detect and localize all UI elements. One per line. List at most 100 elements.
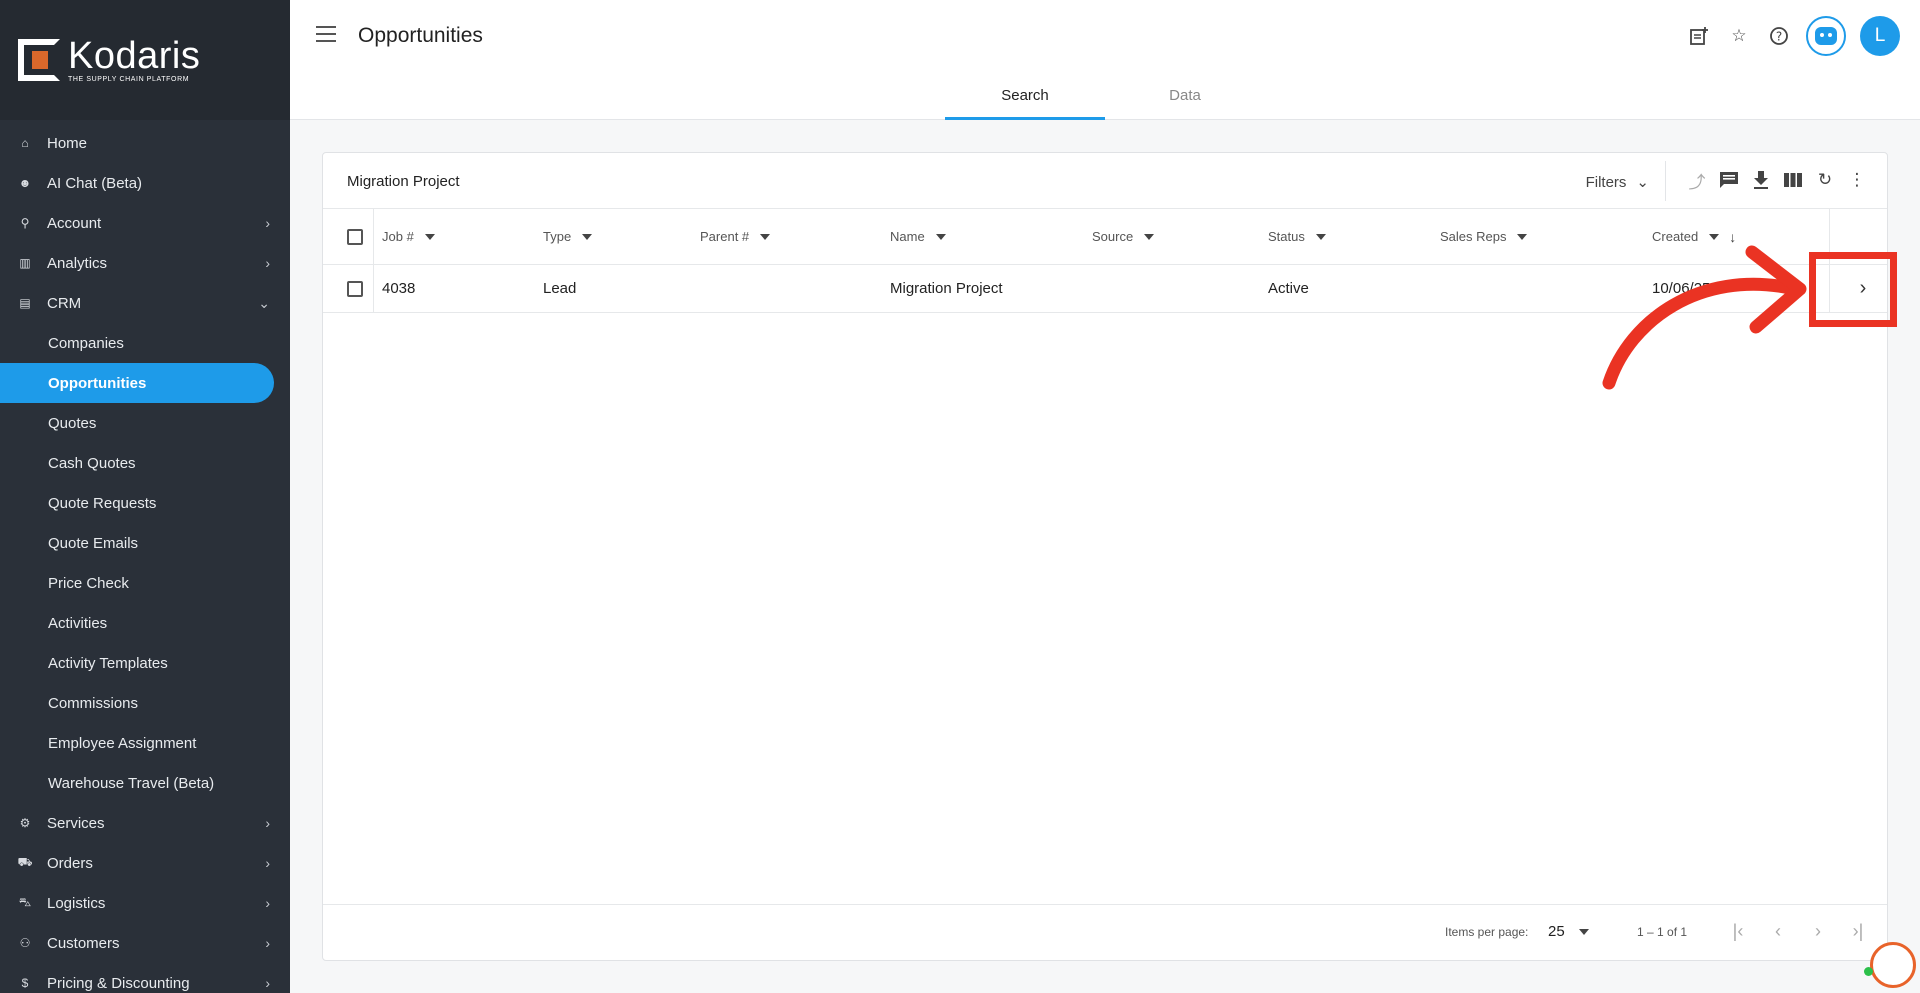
last-page-icon[interactable]: ›| — [1847, 919, 1869, 943]
column-name[interactable]: Name — [890, 209, 946, 264]
chevron-right-icon: › — [265, 255, 270, 271]
sidebar-item-label: Customers — [47, 934, 120, 952]
sidebar-item-crm[interactable]: ▤ CRM ⌄ — [0, 283, 290, 323]
sidebar-item-ai-chat[interactable]: ☻ AI Chat (Beta) — [0, 163, 290, 203]
sidebar-item-logistics[interactable]: ⛍ Logistics › — [0, 883, 290, 923]
sort-caret-icon — [760, 233, 771, 240]
table-header: Job # Type Parent # Name Source Status S… — [323, 209, 1887, 265]
sidebar-item-home[interactable]: ⌂ Home — [0, 123, 290, 163]
columns-icon[interactable] — [1783, 169, 1803, 191]
sort-caret-icon — [935, 233, 946, 240]
sidebar-item-orders[interactable]: ⛟ Orders › — [0, 843, 290, 883]
sidebar-item-analytics[interactable]: ▥ Analytics › — [0, 243, 290, 283]
column-created[interactable]: Created ↓ — [1652, 209, 1736, 264]
items-per-page-select[interactable]: 25 — [1548, 923, 1589, 940]
download-icon[interactable] — [1751, 169, 1771, 191]
sidebar-item-label: Employee Assignment — [48, 734, 197, 752]
sidebar-item-label: CRM — [47, 294, 82, 312]
menu-icon[interactable] — [316, 26, 336, 42]
chevron-down-icon: ⌄ — [258, 295, 270, 311]
truck-icon: ⛟ — [17, 855, 33, 869]
sidebar-nav: ⌂ Home ☻ AI Chat (Beta) ⚲ Account › ▥ An… — [0, 123, 290, 993]
items-per-page-value: 25 — [1548, 923, 1565, 940]
search-title: Migration Project — [347, 173, 460, 190]
sidebar-item-label: AI Chat (Beta) — [47, 174, 143, 192]
sort-caret-icon — [1144, 233, 1155, 240]
row-checkbox[interactable] — [347, 265, 363, 312]
tab-search[interactable]: Search — [945, 80, 1105, 120]
chart-icon: ▥ — [19, 256, 31, 270]
chat-widget-icon[interactable] — [1870, 942, 1916, 988]
sidebar: Kodaris THE SUPPLY CHAIN PLATFORM ⌂ Home… — [0, 0, 290, 993]
cell-status: Active — [1268, 280, 1309, 297]
avatar[interactable]: L — [1860, 16, 1900, 56]
filters-button[interactable]: Filters ⌄ — [1585, 173, 1649, 192]
star-icon[interactable]: ☆ — [1726, 23, 1752, 49]
chevron-right-icon: › — [265, 975, 270, 991]
people-icon: ⚇ — [19, 936, 31, 950]
highlight-box — [1809, 252, 1897, 327]
sidebar-item-label: Orders — [47, 854, 93, 872]
sidebar-item-label: Quote Requests — [48, 494, 157, 512]
robot-icon — [1815, 27, 1837, 45]
dollar-icon: $ — [21, 976, 29, 990]
home-icon: ⌂ — [21, 136, 29, 150]
page-range: 1 – 1 of 1 — [1637, 925, 1688, 939]
sidebar-item-pricing[interactable]: $ Pricing & Discounting › — [0, 963, 290, 993]
column-parent[interactable]: Parent # — [700, 209, 771, 264]
select-all-checkbox[interactable] — [347, 209, 363, 264]
results-card: Migration Project Filters ⌄ ⤴ ↻ ⋮ Job # … — [322, 152, 1888, 961]
sidebar-item-services[interactable]: ⚙ Services › — [0, 803, 290, 843]
column-label: Created — [1652, 229, 1699, 244]
chevron-right-icon: › — [265, 895, 270, 911]
tab-bar: Search Data — [945, 80, 1265, 120]
cell-created: 10/06/25 — [1652, 280, 1711, 297]
paginator: Items per page: 25 1 – 1 of 1 |‹ ‹ › ›| — [323, 904, 1887, 960]
top-bar: Opportunities ☆ ? L Search Data — [290, 0, 1920, 120]
sidebar-item-warehouse-travel[interactable]: Warehouse Travel (Beta) — [0, 763, 290, 803]
person-icon: ⚲ — [20, 216, 30, 230]
filters-label: Filters — [1585, 173, 1627, 191]
dropdown-caret-icon — [1578, 928, 1589, 935]
contacts-icon: ▤ — [19, 296, 31, 310]
ai-assistant-button[interactable] — [1806, 16, 1846, 56]
more-vert-icon[interactable]: ⋮ — [1847, 169, 1867, 191]
refresh-icon[interactable]: ↻ — [1815, 169, 1835, 191]
sidebar-item-activities[interactable]: Activities — [0, 603, 290, 643]
sidebar-item-customers[interactable]: ⚇ Customers › — [0, 923, 290, 963]
cell-type: Lead — [543, 280, 577, 297]
pagination-controls: |‹ ‹ › ›| — [1727, 919, 1869, 943]
next-page-icon[interactable]: › — [1807, 919, 1829, 943]
table-row[interactable]: 4038 Lead Migration Project Active 10/06… — [323, 265, 1887, 313]
sidebar-item-companies[interactable]: Companies — [0, 323, 290, 363]
sidebar-item-price-check[interactable]: Price Check — [0, 563, 290, 603]
column-status[interactable]: Status — [1268, 209, 1326, 264]
sidebar-item-commissions[interactable]: Commissions — [0, 683, 290, 723]
sidebar-item-label: Commissions — [48, 694, 139, 712]
add-note-icon[interactable] — [1686, 23, 1712, 49]
prev-page-icon[interactable]: ‹ — [1767, 919, 1789, 943]
sidebar-item-label: Analytics — [47, 254, 108, 272]
sidebar-item-quotes[interactable]: Quotes — [0, 403, 290, 443]
sidebar-item-employee-assignment[interactable]: Employee Assignment — [0, 723, 290, 763]
tab-data[interactable]: Data — [1105, 80, 1265, 120]
column-type[interactable]: Type — [543, 209, 593, 264]
kodaris-logo-icon — [18, 39, 60, 81]
first-page-icon[interactable]: |‹ — [1727, 919, 1749, 943]
sidebar-item-label: Activities — [48, 614, 108, 632]
sidebar-item-activity-templates[interactable]: Activity Templates — [0, 643, 290, 683]
column-job[interactable]: Job # — [382, 209, 435, 264]
comment-icon[interactable] — [1719, 169, 1739, 191]
sidebar-item-account[interactable]: ⚲ Account › — [0, 203, 290, 243]
brand-logo[interactable]: Kodaris THE SUPPLY CHAIN PLATFORM — [0, 0, 290, 120]
svg-text:?: ? — [1776, 30, 1782, 44]
sidebar-item-opportunities[interactable]: Opportunities — [0, 363, 274, 403]
sidebar-item-quote-requests[interactable]: Quote Requests — [0, 483, 290, 523]
merge-icon[interactable]: ⤴ — [1687, 169, 1707, 192]
sidebar-item-cash-quotes[interactable]: Cash Quotes — [0, 443, 290, 483]
help-icon[interactable]: ? — [1766, 23, 1792, 49]
sidebar-item-quote-emails[interactable]: Quote Emails — [0, 523, 290, 563]
column-sales-reps[interactable]: Sales Reps — [1440, 209, 1528, 264]
column-source[interactable]: Source — [1092, 209, 1155, 264]
sidebar-item-label: Warehouse Travel (Beta) — [48, 774, 215, 792]
